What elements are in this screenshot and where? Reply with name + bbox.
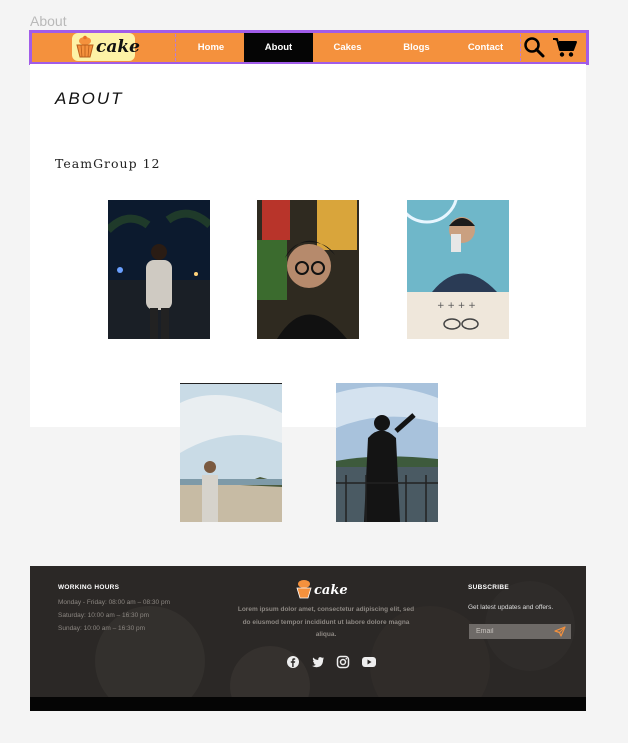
- svg-text:+ + + +: + + + +: [437, 301, 476, 311]
- nav-item-about[interactable]: About: [244, 33, 313, 62]
- email-field-container: [469, 624, 571, 639]
- frame-label: About: [30, 13, 67, 29]
- subscribe-text: Get latest updates and offers.: [468, 604, 554, 611]
- hours-line: Monday - Friday: 08:00 am – 08:30 pm: [58, 599, 171, 606]
- twitter-icon[interactable]: [311, 655, 325, 669]
- hours-title: WORKING HOURS: [58, 584, 120, 591]
- nav-item-blogs[interactable]: Blogs: [382, 33, 451, 62]
- cupcake-icon: [76, 35, 94, 58]
- youtube-icon[interactable]: [361, 655, 377, 669]
- nav-divider-right: [520, 34, 521, 61]
- footer-bottom-bar: [30, 697, 586, 711]
- nav-item-home[interactable]: Home: [178, 33, 244, 62]
- team-photo-4: [180, 383, 282, 522]
- footer-about-text: Lorem ipsum dolor amet, consectetur adip…: [237, 606, 415, 638]
- brand-logo[interactable]: cake: [72, 33, 140, 61]
- facebook-icon[interactable]: [286, 655, 300, 669]
- hours-line: Sunday: 10:00 am – 16:30 pm: [58, 625, 146, 632]
- team-name: TeamGroup 12: [55, 156, 161, 171]
- search-icon[interactable]: [523, 36, 545, 58]
- instagram-icon[interactable]: [336, 655, 350, 669]
- send-icon[interactable]: [554, 626, 566, 637]
- cupcake-icon: [296, 580, 312, 599]
- navbar: cake Home About Cakes Blogs Contact: [29, 30, 589, 65]
- hours-line: Saturday: 10:00 am – 16:30 pm: [58, 612, 150, 619]
- nav-item-cakes[interactable]: Cakes: [313, 33, 382, 62]
- brand-name: cake: [96, 37, 140, 57]
- nav-divider-left: [175, 34, 176, 61]
- team-photo-2: [257, 200, 359, 339]
- footer-brand-name: cake: [314, 583, 348, 598]
- team-photo-5: [336, 383, 438, 522]
- footer: WORKING HOURS Monday - Friday: 08:00 am …: [30, 566, 586, 711]
- team-photo-3: + + + +: [407, 200, 509, 339]
- email-input[interactable]: [469, 624, 549, 639]
- cart-icon[interactable]: [552, 36, 578, 58]
- team-photo-1: [108, 200, 210, 339]
- nav-item-contact[interactable]: Contact: [451, 33, 520, 62]
- page-title: ABOUT: [55, 89, 124, 108]
- footer-logo[interactable]: cake: [295, 578, 348, 602]
- subscribe-title: SUBSCRIBE: [468, 584, 509, 591]
